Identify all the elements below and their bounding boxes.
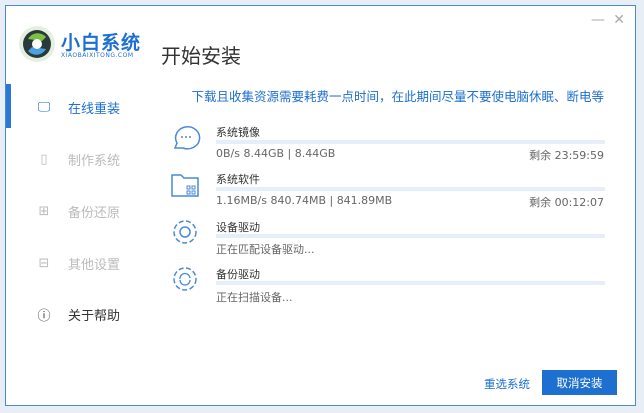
app-logo-icon <box>19 26 55 62</box>
gear-icon <box>173 220 197 244</box>
info-icon: ⓘ <box>37 309 51 324</box>
progress-bar <box>216 140 605 144</box>
task-info: 0B/s 8.44GB | 8.44GB <box>216 147 336 160</box>
sidebar-item-label: 其他设置 <box>68 258 121 273</box>
app-subtitle: XIAOBAIXITONG.COM <box>61 52 134 59</box>
active-indicator <box>6 84 11 128</box>
folder-apps-icon <box>171 174 199 197</box>
backup-icon: ⊞ <box>38 204 50 219</box>
usb-icon: ▯ <box>40 152 48 167</box>
chat-bubble-icon <box>173 126 201 150</box>
cancel-install-button[interactable]: 取消安装 <box>542 370 617 395</box>
page-title: 开始安装 <box>161 44 241 68</box>
task-label: 设备驱动 <box>216 221 260 234</box>
progress-bar <box>216 187 605 191</box>
progress-bar <box>216 234 605 238</box>
sidebar-item-label: 备份还原 <box>68 206 121 221</box>
task-label: 系统镜像 <box>216 126 260 139</box>
sidebar-item-make-system[interactable]: ▯ 制作系统 <box>36 150 120 169</box>
sidebar-item-other-settings[interactable]: ⊟ 其他设置 <box>36 254 120 273</box>
app-name: 小白系统 <box>61 32 142 54</box>
task-label: 备份驱动 <box>216 268 260 281</box>
task-label: 系统软件 <box>216 173 260 186</box>
minimize-button[interactable]: — <box>591 12 605 28</box>
progress-bar <box>216 281 605 285</box>
task-remaining: 剩余 23:59:59 <box>529 149 604 162</box>
task-status: 正在扫描设备... <box>216 291 293 304</box>
sidebar-item-about-help[interactable]: ⓘ 关于帮助 <box>36 305 120 324</box>
task-remaining: 剩余 00:12:07 <box>529 196 604 209</box>
sidebar-item-label: 关于帮助 <box>68 309 121 324</box>
task-status: 正在匹配设备驱动... <box>216 243 315 256</box>
monitor-icon: 🖵 <box>37 100 51 115</box>
installer-window: — ✕ 小白系统 XIAOBAIXITONG.COM 开始安装 🖵 在线重装 ▯ 制… <box>5 5 636 406</box>
sidebar-item-label: 制作系统 <box>68 154 121 169</box>
toolbox-icon: ⊟ <box>38 256 50 271</box>
sidebar-item-online-reinstall[interactable]: 🖵 在线重装 <box>36 98 120 117</box>
sidebar-item-label: 在线重装 <box>68 102 121 117</box>
sidebar-item-backup-restore[interactable]: ⊞ 备份还原 <box>36 202 120 221</box>
reselect-system-link[interactable]: 重选系统 <box>484 376 530 392</box>
task-info: 1.16MB/s 840.74MB | 841.89MB <box>216 194 393 207</box>
notice-text: 下载且收集资源需要耗费一点时间，在此期间尽量不要使电脑休眠、断电等 <box>191 89 604 104</box>
close-button[interactable]: ✕ <box>613 12 625 28</box>
gear-sync-icon <box>173 267 197 291</box>
